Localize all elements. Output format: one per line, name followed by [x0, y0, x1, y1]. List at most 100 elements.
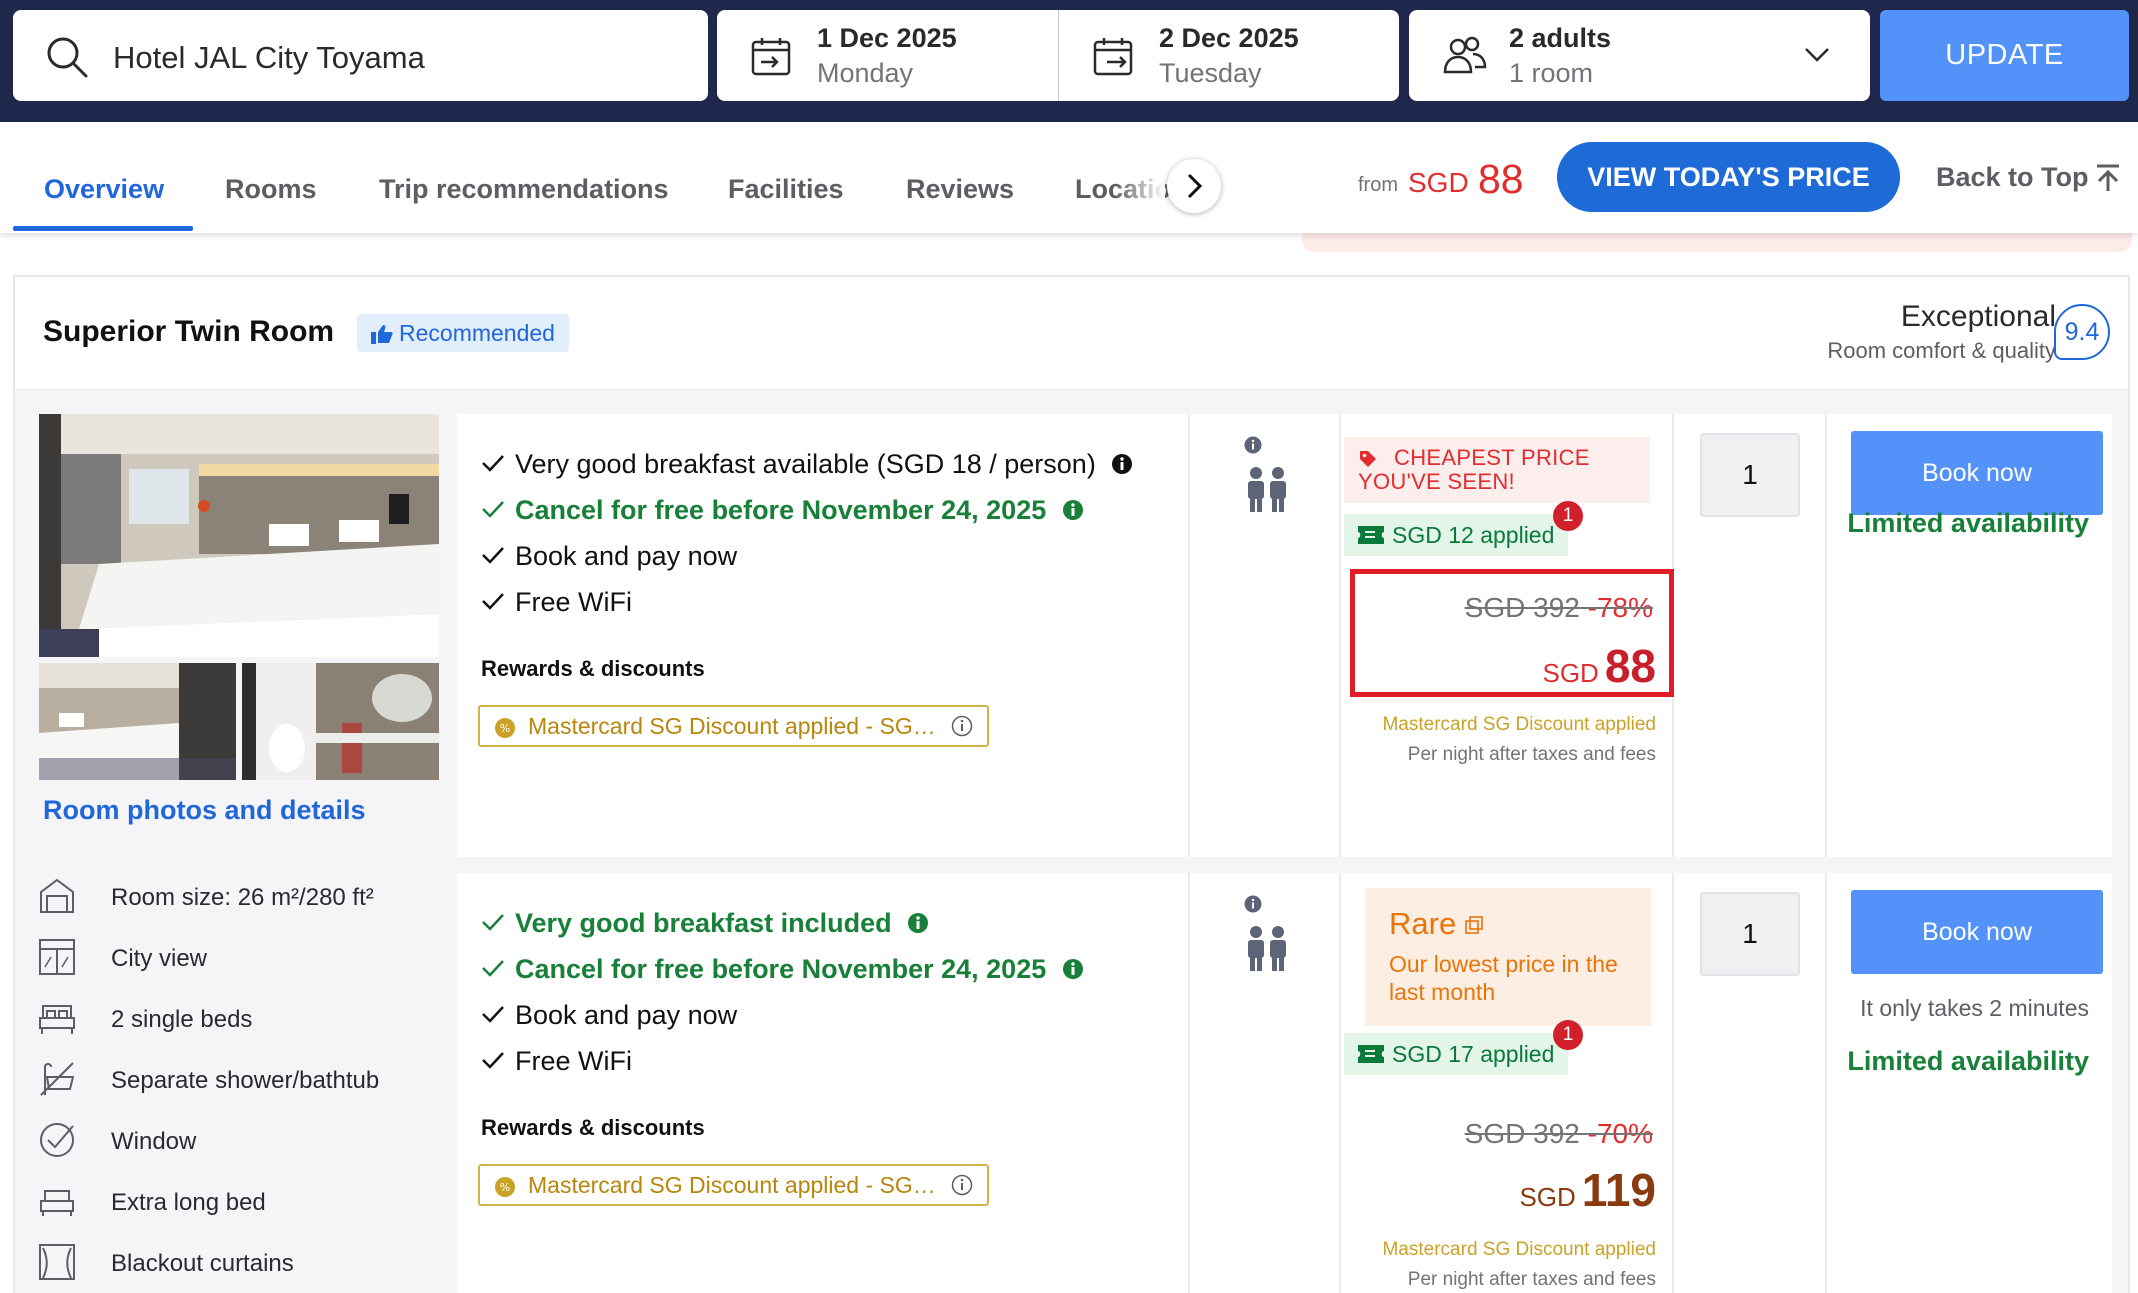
availability-label: Limited availability — [1847, 1046, 2089, 1076]
window-icon — [40, 1123, 74, 1157]
info-icon[interactable] — [1062, 499, 1084, 521]
offer-row-2: Very good breakfast included Cancel for … — [457, 873, 2112, 1293]
feature-city-view: City view — [37, 937, 437, 981]
info-icon[interactable] — [1062, 958, 1084, 980]
rewards-heading: Rewards & discounts — [481, 656, 705, 681]
feature-window: Window — [37, 1120, 437, 1164]
benefit-pay-now: Book and pay now — [481, 1000, 737, 1031]
occupancy-selector[interactable]: 2 adults 1 room — [1409, 10, 1870, 101]
calendar-checkout-icon — [1093, 38, 1133, 76]
room-photo-thumb-2[interactable] — [242, 663, 439, 780]
benefit-breakfast: Very good breakfast included — [481, 908, 929, 939]
column-divider — [1672, 873, 1674, 1293]
price-currency: SGD — [1542, 658, 1599, 688]
arrow-up-icon[interactable] — [2095, 164, 2121, 192]
book-now-button[interactable]: Book now — [1851, 890, 2103, 974]
recommended-label: Recommended — [399, 320, 555, 346]
benefit-breakfast: Very good breakfast available (SGD 18 / … — [481, 449, 1133, 480]
applied-label: SGD 17 applied — [1392, 1041, 1555, 1067]
benefit-free-cancel: Cancel for free before November 24, 2025 — [481, 495, 1084, 526]
price-discount-note: Mastercard SG Discount applied — [1382, 714, 1656, 735]
column-divider — [1188, 873, 1190, 1293]
info-icon[interactable] — [1111, 453, 1133, 475]
tab-trip-recommendations[interactable]: Trip recommendations — [379, 174, 669, 205]
ticket-icon — [1358, 526, 1384, 544]
price-discount-note: Mastercard SG Discount applied — [1382, 1239, 1656, 1260]
check-icon — [482, 1052, 504, 1069]
update-button[interactable]: UPDATE — [1880, 10, 2129, 101]
room-quantity-select[interactable]: 1 — [1700, 433, 1800, 517]
benefit-text: Book and pay now — [515, 1000, 738, 1030]
room-photo-main[interactable] — [39, 414, 439, 657]
active-tab-indicator — [13, 226, 193, 231]
hotel-search-input[interactable]: Hotel JAL City Toyama — [13, 10, 708, 101]
column-divider — [1825, 414, 1827, 857]
chevron-right-icon — [1187, 173, 1203, 199]
price-tag-icon — [1360, 451, 1376, 467]
feature-curtains: Blackout curtains — [37, 1242, 437, 1286]
column-divider — [1339, 414, 1341, 857]
checkout-date-field[interactable]: 2 Dec 2025 Tuesday — [1058, 10, 1399, 101]
chevron-down-icon — [1805, 48, 1829, 62]
property-nav: Overview Rooms Trip recommendations Faci… — [0, 122, 2138, 233]
benefit-text: Book and pay now — [515, 541, 738, 571]
applied-count-badge: 1 — [1553, 1020, 1583, 1050]
final-price: SGD 88 — [1542, 639, 1656, 693]
long-bed-icon — [40, 1190, 74, 1216]
two-adults-icon — [1248, 926, 1286, 971]
book-now-button[interactable]: Book now — [1851, 431, 2103, 515]
price-per-night-note: Per night after taxes and fees — [1407, 744, 1656, 765]
check-icon — [482, 593, 504, 610]
bed-icon — [39, 1005, 75, 1034]
external-link-icon[interactable] — [1465, 916, 1483, 934]
feature-shower: Separate shower/bathtub — [37, 1059, 437, 1103]
check-icon — [482, 547, 504, 564]
applied-count-badge: 1 — [1553, 501, 1583, 531]
calendar-checkin-icon — [751, 38, 791, 76]
check-icon — [482, 914, 504, 931]
from-currency: SGD — [1408, 167, 1469, 198]
benefit-wifi: Free WiFi — [481, 1046, 632, 1077]
from-label: from — [1358, 174, 1398, 196]
info-small-icon[interactable] — [1244, 895, 1262, 913]
feature-long-bed: Extra long bed — [37, 1181, 437, 1225]
back-to-top-link[interactable]: Back to Top — [1936, 162, 2089, 193]
price-amount: 88 — [1604, 640, 1656, 692]
tab-fade — [1115, 162, 1165, 217]
tab-rooms[interactable]: Rooms — [225, 174, 317, 205]
price-currency: SGD — [1519, 1182, 1576, 1212]
tab-overview[interactable]: Overview — [44, 174, 164, 205]
svg-text:%: % — [500, 1181, 510, 1194]
tab-reviews[interactable]: Reviews — [906, 174, 1014, 205]
discount-percent: -70% — [1587, 1118, 1653, 1149]
feature-label: Separate shower/bathtub — [111, 1067, 380, 1094]
room-photos-details-link[interactable]: Room photos and details — [43, 795, 366, 826]
two-adults-icon — [1248, 467, 1286, 512]
cheapest-line-1: CHEAPEST PRICE — [1394, 445, 1590, 470]
info-small-icon[interactable] — [1244, 436, 1262, 454]
check-icon — [482, 501, 504, 518]
room-photo-thumb-1[interactable] — [39, 663, 236, 780]
feature-label: Room size: 26 m²/280 ft² — [111, 884, 374, 911]
rooms-count: 1 room — [1509, 58, 1594, 88]
check-icon — [482, 455, 504, 472]
checkin-date-field[interactable]: 1 Dec 2025 Monday — [717, 10, 1058, 101]
mastercard-discount-chip[interactable]: % Mastercard SG Discount applied - SG… — [478, 705, 989, 747]
date-picker: 1 Dec 2025 Monday 2 Dec 2025 Tuesday — [717, 10, 1399, 101]
discount-badge-icon: % — [495, 718, 515, 738]
tab-facilities[interactable]: Facilities — [728, 174, 844, 205]
info-icon[interactable] — [907, 912, 929, 934]
original-price-text: SGD 392 — [1464, 1118, 1580, 1149]
rare-title: Rare — [1389, 906, 1651, 942]
room-quantity-select[interactable]: 1 — [1700, 892, 1800, 976]
guests-count: 2 adults — [1509, 23, 1612, 53]
tabs-scroll-right-button[interactable] — [1167, 159, 1221, 213]
original-price-text: SGD 392 — [1464, 592, 1580, 623]
from-price: 88 — [1478, 156, 1524, 202]
view-todays-price-button[interactable]: VIEW TODAY'S PRICE — [1557, 142, 1900, 212]
checkin-day: Monday — [817, 58, 914, 88]
benefit-pay-now: Book and pay now — [481, 541, 737, 572]
mastercard-discount-chip[interactable]: % Mastercard SG Discount applied - SG… — [478, 1164, 989, 1206]
thumbs-up-icon — [371, 325, 393, 344]
feature-label: City view — [111, 945, 208, 972]
